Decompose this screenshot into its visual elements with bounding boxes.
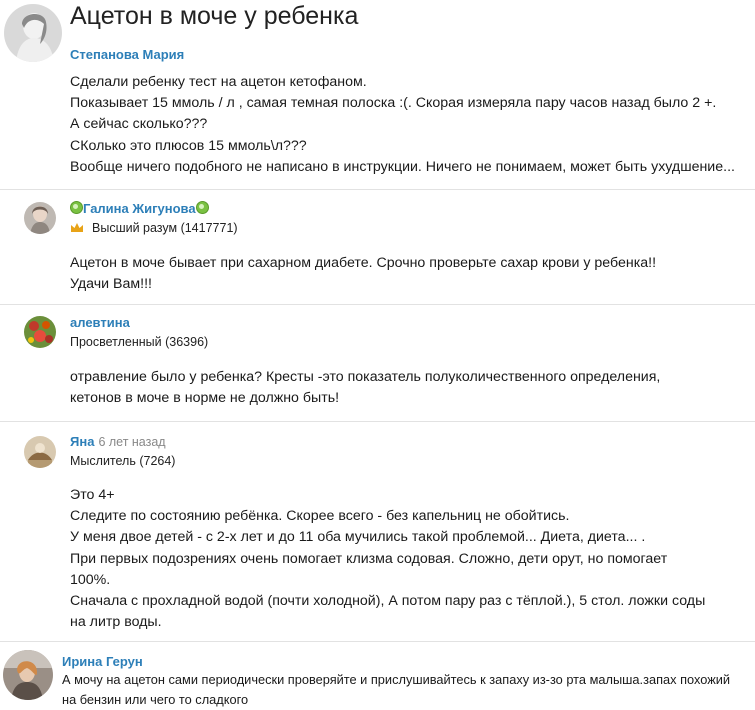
answer-author-name[interactable]: Галина Жигунова [83,201,196,216]
question-line: А сейчас сколько??? [70,116,208,133]
answer-author-name[interactable]: Яна [70,434,94,449]
question-body: Сделали ребенку тест на ацетон кетофаном… [70,72,735,178]
answer-author-avatar[interactable] [3,650,53,700]
answer-body: Это 4+ Следите по состоянию ребёнка. Ско… [70,485,705,633]
answer-line: А мочу на ацетон сами периодически прове… [62,672,731,687]
divider [0,189,755,190]
answer-line: 100%. [70,571,111,588]
answer-line: на бензин или чего то сладкого [62,691,249,707]
avatar-image [24,202,56,234]
answer-body: А мочу на ацетон сами периодически прове… [62,670,730,709]
answer-body: отравление было у ребенка? Кресты -это п… [70,367,660,409]
question-line: Сделали ребенку тест на ацетон кетофаном… [70,74,367,90]
answer-line: кетонов в моче в норме не должно быть! [70,390,340,407]
answer-author-rank: Просветленный (36396) [70,335,209,349]
question-author-avatar[interactable] [4,4,62,62]
answer-line: Сначала с прохладной водой (почти холодн… [70,593,706,610]
answer-author-rank-line: Высший разум (1417771) [70,221,238,235]
avatar-image [3,650,53,700]
divider [0,421,755,422]
answer-author-avatar[interactable] [24,202,56,234]
answer-line: Удачи Вам!!! [70,276,152,293]
answer-author-line: Галина Жигунова [70,201,209,216]
answer-line: отравление было у ребенка? Кресты -это п… [70,369,661,385]
answer-line: При первых подозрениях очень помогает кл… [70,550,668,567]
answer-line: Следите по состоянию ребёнка. Скорее все… [70,508,570,525]
answer-author-name[interactable]: Ирина Герун [62,654,143,669]
answer-author-name[interactable]: алевтина [70,315,130,330]
avatar-image [4,4,62,62]
question-title: Ацетон в моче у ребенка [70,2,359,30]
answer-line: на литр воды. [70,614,162,631]
answer-author-rank: Высший разум (1417771) [92,221,238,235]
answer-author-line: Яна 6 лет назад [70,434,166,449]
question-line: Показывает 15 ммоль / л , самая темная п… [70,95,717,112]
question-line: СКолько это плюсов 15 ммоль\л??? [70,137,307,154]
answer-timestamp: 6 лет назад [98,435,166,449]
avatar-image [24,436,56,468]
answer-author-avatar[interactable] [24,436,56,468]
crown-icon [71,223,83,232]
question-author-name[interactable]: Степанова Мария [70,47,184,62]
online-badge-icon [70,201,83,214]
answer-line: У меня двое детей - с 2-х лет и до 11 об… [70,529,646,546]
answer-author-rank: Мыслитель (7264) [70,454,176,468]
avatar-image [24,316,56,348]
answer-line: Ацетон в моче бывает при сахарном диабет… [70,255,657,271]
answer-line: Это 4+ [70,487,115,503]
divider [0,641,755,642]
question-line: Вообще ничего подобного не написано в ин… [70,158,735,175]
answer-body: Ацетон в моче бывает при сахарном диабет… [70,253,656,295]
divider [0,304,755,305]
answer-author-avatar[interactable] [24,316,56,348]
online-badge-icon [195,201,209,214]
